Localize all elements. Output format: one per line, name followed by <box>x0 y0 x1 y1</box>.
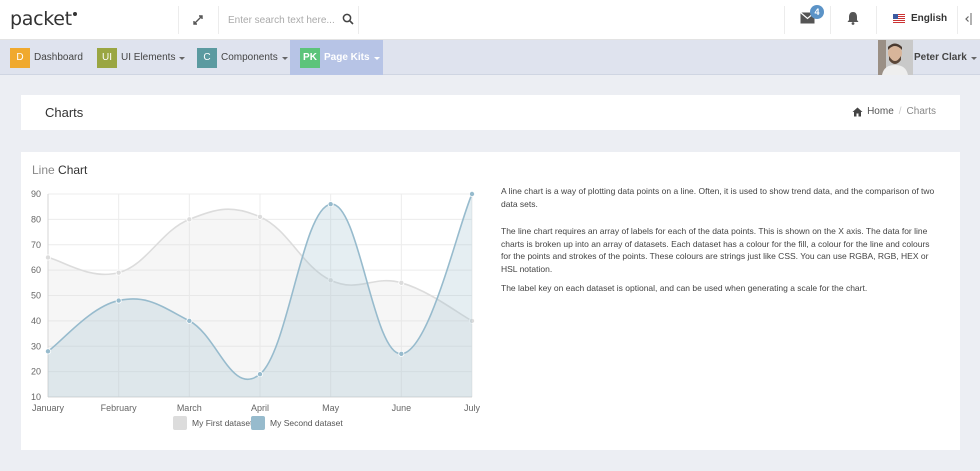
caret-down-icon <box>970 56 977 60</box>
data-point <box>468 190 475 197</box>
y-tick-label: 50 <box>31 291 41 301</box>
nav-item-ui-elements[interactable]: UI UI Elements <box>97 40 189 75</box>
divider <box>358 6 359 34</box>
divider <box>830 6 831 34</box>
avatar-image <box>878 40 913 75</box>
breadcrumb-current: Charts <box>906 106 936 117</box>
legend-swatch <box>173 416 187 430</box>
line-chart-panel: Line Chart 10 20 30 40 50 60 70 80 90 January Febr… <box>21 152 960 450</box>
x-tick-label: April <box>251 403 269 413</box>
caret-down-icon <box>281 56 288 60</box>
y-tick-label: 60 <box>31 265 41 275</box>
data-point <box>398 279 405 286</box>
nav-badge: D <box>10 47 30 68</box>
data-point <box>186 317 193 324</box>
search-icon[interactable] <box>342 13 354 25</box>
x-tick-label: February <box>101 403 138 413</box>
home-icon <box>852 107 863 116</box>
description-paragraph: The line chart requires an array of labe… <box>501 226 930 274</box>
legend-label: My Second dataset <box>270 418 343 428</box>
x-tick-label: March <box>177 403 202 413</box>
divider <box>178 6 179 34</box>
x-tick-label: June <box>392 403 412 413</box>
divider <box>784 6 785 34</box>
caret-down-icon <box>373 56 380 60</box>
description-paragraph: A line chart is a way of plotting data p… <box>501 186 935 209</box>
panel-title: Line Chart <box>32 163 87 177</box>
caret-down-icon <box>179 56 186 60</box>
data-point <box>186 216 193 223</box>
mail-count-badge: 4 <box>810 5 824 19</box>
expand-icon[interactable] <box>190 12 206 28</box>
data-point <box>256 371 263 378</box>
data-point <box>256 213 263 220</box>
page-header: Charts Home / Charts <box>21 95 960 130</box>
nav-item-components[interactable]: C Components <box>197 40 289 75</box>
x-tick-label: January <box>32 403 65 413</box>
y-tick-label: 70 <box>31 240 41 250</box>
legend-swatch <box>251 416 265 430</box>
x-tick-label: July <box>464 403 481 413</box>
nav-item-page-kits[interactable]: PK Page Kits <box>290 40 383 75</box>
data-point <box>44 348 51 355</box>
main-nav: D Dashboard UI UI Elements C Components … <box>0 40 980 75</box>
nav-item-label: Dashboard <box>34 52 83 63</box>
nav-item-label: Page Kits <box>324 52 370 63</box>
y-tick-label: 40 <box>31 316 41 326</box>
user-menu[interactable]: Peter Clark <box>914 52 977 63</box>
divider <box>957 6 958 34</box>
top-bar: packet 4 English <box>0 0 980 40</box>
brand-logo[interactable]: packet <box>10 8 77 30</box>
nav-item-dashboard[interactable]: D Dashboard <box>10 40 90 75</box>
nav-badge: PK <box>300 47 320 68</box>
breadcrumb-separator: / <box>898 106 902 117</box>
breadcrumb: Home / Charts <box>852 106 936 117</box>
bell-icon[interactable] <box>846 11 860 25</box>
data-point <box>44 254 51 261</box>
x-tick-label: May <box>322 403 340 413</box>
us-flag-icon <box>893 14 905 23</box>
panel-title-light: Line <box>32 163 55 177</box>
page-title: Charts <box>45 105 84 120</box>
panel-title-strong: Chart <box>58 163 88 177</box>
data-point <box>115 269 122 276</box>
data-point <box>327 201 334 208</box>
data-point <box>398 350 405 357</box>
y-tick-label: 80 <box>31 214 41 224</box>
avatar[interactable] <box>878 40 913 75</box>
nav-badge: UI <box>97 47 117 68</box>
y-tick-label: 90 <box>31 189 41 199</box>
user-name-label: Peter Clark <box>914 52 967 63</box>
brand-logo-dot <box>72 12 77 16</box>
nav-item-label: UI Elements <box>121 52 176 63</box>
y-tick-label: 30 <box>31 341 41 351</box>
brand-logo-text: packet <box>10 8 72 30</box>
language-selector[interactable]: English <box>911 13 947 24</box>
sidebar-toggle-icon[interactable] <box>963 12 973 26</box>
y-tick-label: 20 <box>31 367 41 377</box>
y-tick-label: 10 <box>31 392 41 402</box>
description-paragraph: The label key on each dataset is optiona… <box>501 283 868 293</box>
nav-item-label: Components <box>221 52 278 63</box>
breadcrumb-home-link[interactable]: Home <box>867 106 894 117</box>
divider <box>876 6 877 34</box>
data-point <box>115 297 122 304</box>
search-input[interactable] <box>228 11 338 29</box>
divider <box>218 6 219 34</box>
line-chart: 10 20 30 40 50 60 70 80 90 January February March Ap… <box>31 189 481 430</box>
nav-badge: C <box>197 47 217 68</box>
legend-label: My First dataset <box>192 418 253 428</box>
